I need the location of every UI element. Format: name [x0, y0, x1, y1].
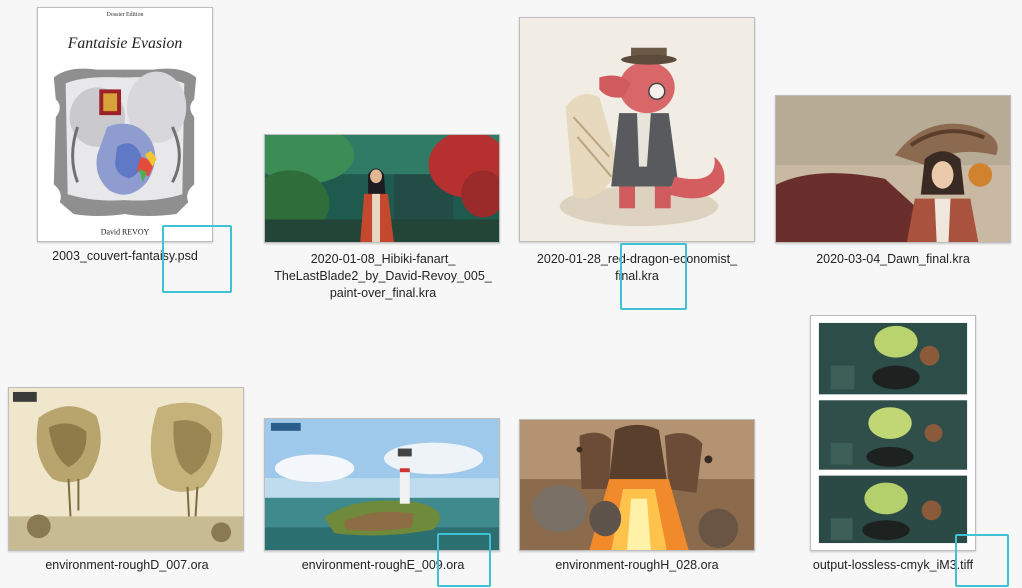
file-name-label: environment-roughD_007.ora	[4, 557, 250, 574]
file-name-label: environment-roughE_009.ora	[260, 557, 506, 574]
file-thumbnail[interactable]	[8, 387, 244, 551]
file-name-line: 2020-01-28_red-dragon-economist_	[536, 252, 738, 266]
file-name-label: output-lossless-cmyk_iM3.tiff	[768, 557, 1018, 574]
file-thumbnail[interactable]	[775, 95, 1011, 243]
file-name-line: environment-roughH_028.ora	[555, 558, 719, 572]
file-name-line: final.kra	[615, 269, 659, 283]
tiff-page-illustration	[811, 316, 975, 550]
cover-illustration: Dossier Edition Fantaisie Evasion David …	[38, 8, 212, 241]
red-dragon-illustration	[520, 18, 754, 241]
cover-title-text: Fantaisie Evasion	[67, 35, 183, 52]
file-name-line: environment-roughE_009.ora	[301, 558, 465, 572]
file-name-label: 2020-01-08_Hibiki-fanart_ TheLastBlade2_…	[260, 251, 506, 302]
file-name-line: paint-over_final.kra	[329, 286, 437, 300]
file-thumbnail[interactable]	[264, 418, 500, 551]
file-name-line: output-lossless-cmyk_iM3.tiff	[812, 558, 974, 572]
file-name-line: TheLastBlade2_by_David-Revoy_005_	[274, 269, 492, 283]
file-name-line: 2003_couvert-fantaisy.psd	[52, 249, 198, 263]
cover-author-text: David REVOY	[101, 228, 150, 237]
cover-edition-text: Dossier Edition	[106, 12, 143, 18]
file-name-label: 2020-01-28_red-dragon-economist_ final.k…	[514, 251, 760, 285]
file-name-label: 2020-03-04_Dawn_final.kra	[770, 251, 1016, 268]
file-thumbnail[interactable]	[519, 419, 755, 551]
file-name-label: environment-roughH_028.ora	[514, 557, 760, 574]
file-thumbnail[interactable]	[519, 17, 755, 242]
comic-panel-2	[818, 400, 968, 470]
dawn-illustration	[776, 96, 1010, 242]
hibiki-illustration	[265, 135, 499, 242]
file-thumbnail[interactable]	[264, 134, 500, 243]
environment-roughh-illustration	[520, 420, 754, 550]
file-name-line: environment-roughD_007.ora	[45, 558, 209, 572]
file-thumbnail[interactable]: Dossier Edition Fantaisie Evasion David …	[37, 7, 213, 242]
comic-panel-1	[818, 322, 968, 395]
environment-roughd-illustration	[9, 388, 243, 550]
environment-roughe-illustration	[265, 419, 499, 550]
comic-panel-3	[818, 475, 968, 544]
file-name-line: 2020-01-08_Hibiki-fanart_	[310, 252, 456, 266]
file-name-label: 2003_couvert-fantaisy.psd	[20, 248, 230, 265]
file-thumbnail[interactable]	[810, 315, 976, 551]
file-name-line: 2020-03-04_Dawn_final.kra	[816, 252, 970, 266]
